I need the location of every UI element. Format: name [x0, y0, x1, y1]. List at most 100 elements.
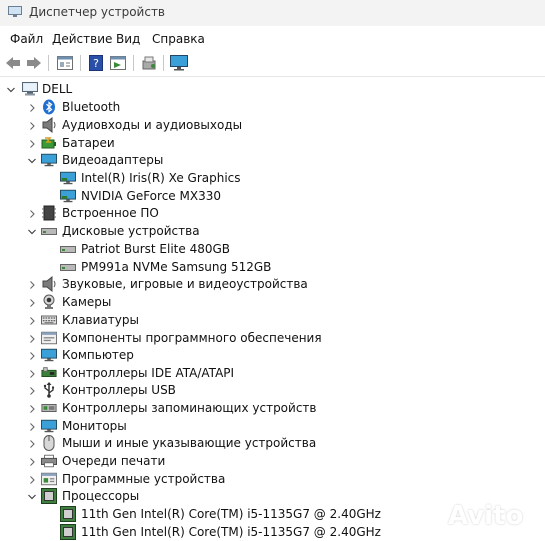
chevron-down-icon[interactable]	[25, 490, 39, 504]
tree-category-software-components[interactable]: Компоненты программного обеспечения	[0, 330, 545, 347]
tree-device-item[interactable]: PM991a NVMe Samsung 512GB	[0, 259, 545, 276]
chevron-right-icon[interactable]	[25, 437, 39, 451]
properties-icon[interactable]	[55, 53, 75, 73]
tree-device-label: 11th Gen Intel(R) Core(TM) i5-1135G7 @ 2…	[81, 507, 381, 521]
tree-category-usb[interactable]: Контроллеры USB	[0, 382, 545, 399]
tree-device-label: 11th Gen Intel(R) Core(TM) i5-1135G7 @ 2…	[81, 525, 381, 539]
menu-action[interactable]: Действие	[52, 32, 112, 46]
monitor-icon	[41, 418, 57, 434]
view-icon[interactable]	[108, 53, 128, 73]
chevron-down-icon[interactable]	[4, 83, 18, 97]
svg-text:?: ?	[93, 57, 99, 70]
scan-hardware-icon[interactable]	[139, 53, 159, 73]
tree-category-label: Дисковые устройства	[62, 224, 200, 238]
tree-category-audio[interactable]: Аудиовходы и аудиовыходы	[0, 117, 545, 134]
disk-icon	[41, 223, 57, 239]
toolbar-separator	[163, 55, 164, 71]
tree-category-display-adapters[interactable]: Видеоадаптеры	[0, 152, 545, 169]
chevron-right-icon[interactable]	[25, 455, 39, 469]
menu-file[interactable]: Файл	[10, 32, 43, 46]
tree-device-item[interactable]: NVIDIA GeForce MX330	[0, 188, 545, 205]
tree-category-keyboards[interactable]: Клавиатуры	[0, 312, 545, 329]
tree-category-software-devices[interactable]: Программные устройства	[0, 471, 545, 488]
forward-arrow-icon[interactable]	[24, 53, 44, 73]
chevron-down-icon[interactable]	[25, 225, 39, 239]
chevron-right-icon[interactable]	[25, 207, 39, 221]
chevron-right-icon[interactable]	[25, 473, 39, 487]
tree-root[interactable]: DELL	[0, 81, 545, 98]
computer-icon	[41, 347, 57, 363]
menu-help[interactable]: Справка	[152, 32, 205, 46]
tree-category-label: Батареи	[62, 136, 115, 150]
avito-watermark-text: Avito	[448, 501, 524, 531]
battery-icon	[41, 135, 57, 151]
tree-category-print-queues[interactable]: Очереди печати	[0, 453, 545, 470]
toolbar-separator	[133, 55, 134, 71]
storage-controller-icon	[41, 400, 57, 416]
speaker-icon	[41, 117, 57, 133]
chevron-right-icon[interactable]	[25, 278, 39, 292]
tree-category-monitors[interactable]: Мониторы	[0, 418, 545, 435]
tree-category-label: Звуковые, игровые и видеоустройства	[62, 277, 308, 291]
chevron-right-icon[interactable]	[25, 367, 39, 381]
tree-root-label: DELL	[42, 82, 73, 96]
tree-category-label: Камеры	[62, 295, 112, 309]
chevron-right-icon[interactable]	[25, 101, 39, 115]
tree-category-label: Компьютер	[62, 348, 134, 362]
tree-device-item[interactable]: Patriot Burst Elite 480GB	[0, 241, 545, 258]
tree-category-mice[interactable]: Мыши и иные указывающие устройства	[0, 435, 545, 452]
tree-category-label: Программные устройства	[62, 472, 226, 486]
chevron-right-icon[interactable]	[25, 332, 39, 346]
tree-category-label: Компоненты программного обеспечения	[62, 331, 322, 345]
tree-category-label: Контроллеры IDE ATA/ATAPI	[62, 366, 235, 380]
tree-category-firmware[interactable]: Встроенное ПО	[0, 205, 545, 222]
chevron-right-icon[interactable]	[25, 296, 39, 310]
mouse-icon	[41, 435, 57, 451]
back-arrow-icon[interactable]	[3, 53, 23, 73]
tree-device-label: Intel(R) Iris(R) Xe Graphics	[81, 171, 241, 185]
tree-category-batteries[interactable]: Батареи	[0, 135, 545, 152]
disk-icon	[60, 259, 76, 275]
toolbar-separator	[80, 55, 81, 71]
device-manager-app-icon	[8, 6, 22, 18]
chevron-right-icon[interactable]	[25, 402, 39, 416]
tree-category-ide-controllers[interactable]: Контроллеры IDE ATA/ATAPI	[0, 365, 545, 382]
processor-icon	[60, 506, 76, 522]
computer-icon	[22, 81, 38, 97]
processor-icon	[60, 524, 76, 540]
ide-controller-icon	[41, 365, 57, 381]
chevron-right-icon[interactable]	[25, 137, 39, 151]
display-adapter-icon	[41, 152, 57, 168]
chevron-right-icon[interactable]	[25, 314, 39, 328]
tree-category-label: Видеоадаптеры	[62, 153, 164, 167]
menu-view[interactable]: Вид	[116, 32, 140, 46]
disk-icon	[60, 241, 76, 257]
tree-category-storage-controllers[interactable]: Контроллеры запоминающих устройств	[0, 400, 545, 417]
help-icon[interactable]: ?	[86, 53, 106, 73]
menu-bar: Файл Действие Вид Справка	[0, 28, 545, 49]
tree-category-label: Очереди печати	[62, 454, 166, 468]
tree-category-label: Клавиатуры	[62, 313, 139, 327]
chevron-right-icon[interactable]	[25, 420, 39, 434]
tree-category-cameras[interactable]: Камеры	[0, 294, 545, 311]
chevron-right-icon[interactable]	[25, 119, 39, 133]
title-bar: Диспетчер устройств	[0, 0, 545, 26]
sound-icon	[41, 276, 57, 292]
chevron-down-icon[interactable]	[25, 154, 39, 168]
tree-category-label: Аудиовходы и аудиовыходы	[62, 118, 243, 132]
tree-category-label: Встроенное ПО	[62, 206, 159, 220]
tree-category-label: Контроллеры USB	[62, 383, 176, 397]
camera-icon	[41, 294, 57, 310]
display-adapter-icon	[60, 170, 76, 186]
firmware-icon	[41, 205, 57, 221]
tree-category-sound[interactable]: Звуковые, игровые и видеоустройства	[0, 276, 545, 293]
monitor-icon[interactable]	[169, 53, 189, 73]
printer-icon	[41, 453, 57, 469]
tree-category-bluetooth[interactable]: Bluetooth	[0, 99, 545, 116]
tree-device-item[interactable]: Intel(R) Iris(R) Xe Graphics	[0, 170, 545, 187]
chevron-right-icon[interactable]	[25, 349, 39, 363]
tree-category-disk-drives[interactable]: Дисковые устройства	[0, 223, 545, 240]
tree-device-label: NVIDIA GeForce MX330	[81, 189, 221, 203]
chevron-right-icon[interactable]	[25, 384, 39, 398]
tree-category-computer[interactable]: Компьютер	[0, 347, 545, 364]
